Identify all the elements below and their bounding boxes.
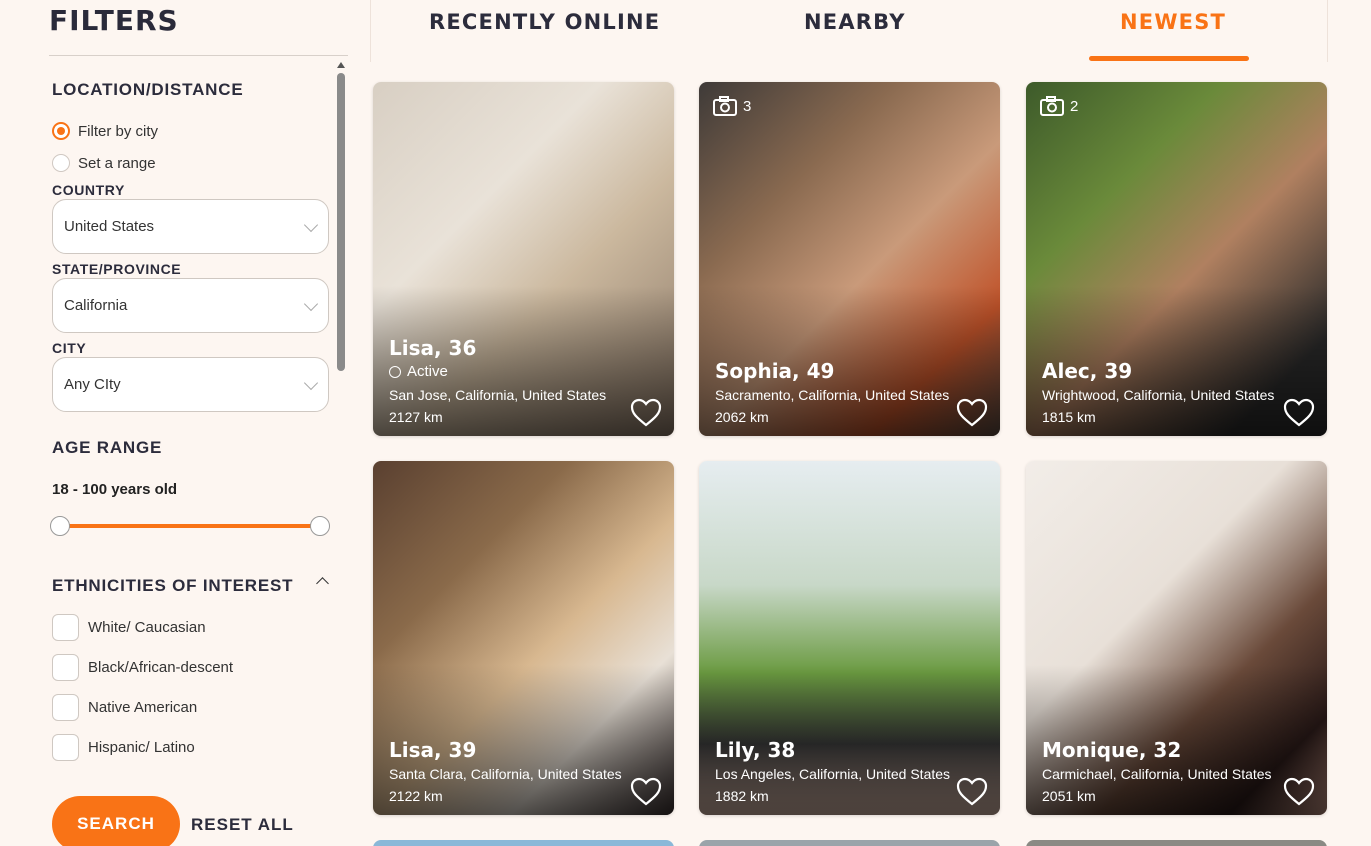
age-slider-track[interactable]: [60, 524, 320, 528]
filters-title: FILTERS: [49, 4, 179, 37]
camera-icon: [1040, 96, 1064, 116]
profile-name: Lisa, 39: [389, 738, 477, 762]
checkbox[interactable]: [52, 654, 79, 681]
camera-icon: [713, 96, 737, 116]
radio-label: Filter by city: [78, 122, 159, 140]
ethnicity-option[interactable]: White/ Caucasian: [52, 614, 206, 641]
profile-location: Wrightwood, California, United States: [1042, 387, 1275, 403]
country-value: United States: [64, 218, 155, 235]
profile-name: Sophia, 49: [715, 359, 835, 383]
profile-card[interactable]: Lisa, 36 Active San Jose, California, Un…: [373, 82, 674, 436]
heart-icon[interactable]: [630, 398, 662, 428]
profile-card-partial[interactable]: [373, 840, 674, 846]
tab-newest[interactable]: NEWEST: [1120, 10, 1226, 34]
profile-location: Los Angeles, California, United States: [715, 766, 951, 782]
profile-name: Lisa, 36: [389, 336, 477, 360]
active-tab-indicator: [1089, 56, 1249, 61]
checkbox[interactable]: [52, 614, 79, 641]
radio-checked-icon: [52, 122, 70, 140]
country-label: COUNTRY: [52, 182, 125, 198]
profile-card-partial[interactable]: [699, 840, 1000, 846]
photo-count-value: 2: [1070, 97, 1079, 115]
profile-card-partial[interactable]: [1026, 840, 1327, 846]
ethnicity-option[interactable]: Native American: [52, 694, 197, 721]
age-range-title: AGE RANGE: [52, 438, 163, 457]
set-range-radio[interactable]: Set a range: [52, 154, 156, 172]
city-select[interactable]: Any CIty: [52, 357, 329, 412]
heart-icon[interactable]: [956, 777, 988, 807]
tab-recently-online[interactable]: RECENTLY ONLINE: [429, 10, 660, 34]
heart-icon[interactable]: [1283, 398, 1315, 428]
photo-count: 3: [713, 96, 751, 116]
profile-location: San Jose, California, United States: [389, 387, 607, 403]
radio-unchecked-icon: [52, 154, 70, 172]
profile-name: Alec, 39: [1042, 359, 1133, 383]
heart-icon[interactable]: [630, 777, 662, 807]
chevron-down-icon: [303, 296, 319, 312]
profile-results: RECENTLY ONLINE NEARBY NEWEST Lisa, 36 A…: [348, 0, 1371, 846]
location-section-title: LOCATION/DISTANCE: [52, 80, 244, 99]
heart-icon[interactable]: [1283, 777, 1315, 807]
ethnicity-label: Native American: [88, 699, 198, 716]
profile-distance: 2127 km: [389, 409, 443, 425]
checkbox[interactable]: [52, 694, 79, 721]
chevron-down-icon: [303, 375, 319, 391]
radio-label: Set a range: [78, 154, 156, 172]
ethnicity-option[interactable]: Black/African-descent: [52, 654, 233, 681]
filter-by-city-radio[interactable]: Filter by city: [52, 122, 158, 140]
profile-location: Carmichael, California, United States: [1042, 766, 1272, 782]
filters-panel: LOCATION/DISTANCE Filter by city Set a r…: [50, 56, 332, 846]
photo-count-value: 3: [743, 97, 752, 115]
profile-status: Active: [389, 363, 448, 380]
status-dot-icon: [389, 365, 401, 378]
chevron-down-icon: [303, 217, 319, 233]
ethnicity-label: Black/African-descent: [88, 659, 234, 676]
profile-card[interactable]: 2 Alec, 39 Wrightwood, California, Unite…: [1026, 82, 1327, 436]
state-select[interactable]: California: [52, 278, 329, 333]
search-button[interactable]: SEARCH: [52, 796, 180, 846]
ethnicity-option[interactable]: Hispanic/ Latino: [52, 734, 195, 761]
profile-card[interactable]: Lisa, 39 Santa Clara, California, United…: [373, 461, 674, 815]
reset-all-button[interactable]: RESET ALL: [191, 815, 294, 835]
heart-icon[interactable]: [956, 398, 988, 428]
state-label: STATE/PROVINCE: [52, 261, 182, 277]
profile-name: Monique, 32: [1042, 738, 1182, 762]
state-value: California: [64, 297, 128, 314]
city-value: Any CIty: [64, 376, 121, 393]
profile-card[interactable]: Lily, 38 Los Angeles, California, United…: [699, 461, 1000, 815]
profile-card[interactable]: Monique, 32 Carmichael, California, Unit…: [1026, 461, 1327, 815]
profile-distance: 2051 km: [1042, 788, 1096, 804]
profile-distance: 1815 km: [1042, 409, 1096, 425]
city-label: CITY: [52, 340, 87, 356]
ethnicity-label: Hispanic/ Latino: [88, 739, 195, 756]
checkbox[interactable]: [52, 734, 79, 761]
age-range-value: 18 - 100 years old: [52, 481, 178, 498]
filters-sidebar: FILTERS LOCATION/DISTANCE Filter by city…: [0, 0, 348, 846]
profile-location: Santa Clara, California, United States: [389, 766, 622, 782]
profile-card[interactable]: 3 Sophia, 49 Sacramento, California, Uni…: [699, 82, 1000, 436]
tab-nearby[interactable]: NEARBY: [804, 10, 906, 34]
profile-location: Sacramento, California, United States: [715, 387, 950, 403]
chevron-up-icon[interactable]: [316, 577, 329, 590]
sidebar-scrollbar[interactable]: [334, 60, 348, 846]
profile-name: Lily, 38: [715, 738, 796, 762]
status-label: Active: [407, 363, 448, 380]
photo-count: 2: [1040, 96, 1078, 116]
country-select[interactable]: United States: [52, 199, 329, 254]
ethnicities-title: ETHNICITIES OF INTEREST: [52, 576, 294, 595]
age-slider-max-handle[interactable]: [310, 516, 330, 536]
ethnicity-label: White/ Caucasian: [88, 619, 206, 636]
profile-distance: 2062 km: [715, 409, 769, 425]
profile-distance: 2122 km: [389, 788, 443, 804]
scroll-up-arrow-icon[interactable]: [337, 62, 345, 68]
sort-tabs: RECENTLY ONLINE NEARBY NEWEST: [370, 0, 1328, 62]
scroll-thumb[interactable]: [337, 73, 345, 371]
profile-distance: 1882 km: [715, 788, 769, 804]
age-slider-min-handle[interactable]: [50, 516, 70, 536]
